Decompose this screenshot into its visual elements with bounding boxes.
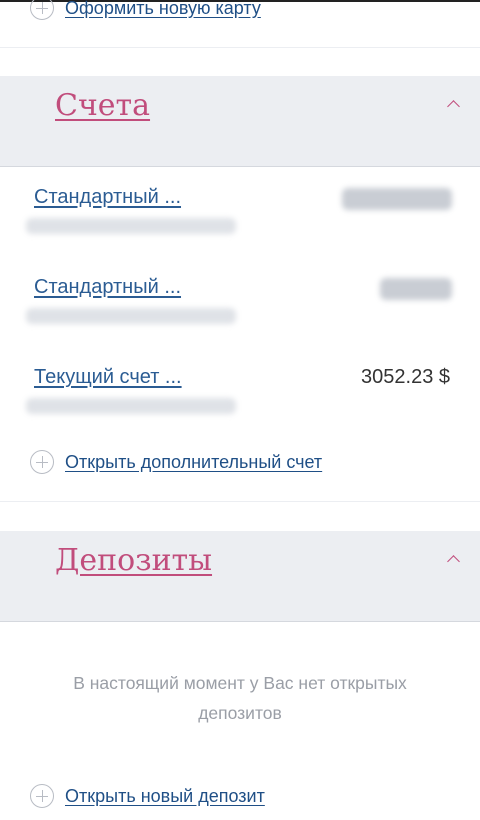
section-divider [0, 47, 480, 48]
account-name[interactable]: Текущий счет ... [34, 366, 182, 389]
account-name[interactable]: Стандартный ... [34, 276, 181, 299]
issue-new-card-link[interactable]: Оформить новую карту [30, 0, 261, 21]
deposits-section-header[interactable]: Депозиты [0, 531, 480, 622]
open-additional-account-link[interactable]: Открыть дополнительный счет [30, 449, 322, 475]
accounts-section-header[interactable]: Счета [0, 76, 480, 167]
plus-circle-icon [30, 450, 54, 474]
account-row[interactable]: Стандартный ... [0, 276, 480, 336]
empty-deposits-message: В настоящий момент у Вас нет открытых де… [73, 673, 407, 723]
account-balance-redacted [380, 278, 452, 300]
account-row[interactable]: Текущий счет ... 3052.23 $ [0, 366, 480, 426]
issue-new-card-label[interactable]: Оформить новую карту [65, 0, 261, 19]
chevron-up-icon[interactable] [447, 555, 460, 568]
account-row[interactable]: Стандартный ... [0, 186, 480, 246]
plus-circle-icon [30, 784, 54, 808]
account-number-redacted [26, 308, 236, 324]
accounts-title[interactable]: Счета [55, 88, 150, 123]
open-new-deposit-label[interactable]: Открыть новый депозит [65, 786, 265, 807]
deposits-title[interactable]: Депозиты [55, 543, 212, 578]
open-new-deposit-link[interactable]: Открыть новый депозит [30, 783, 265, 809]
account-number-redacted [26, 398, 236, 414]
account-number-redacted [26, 218, 236, 234]
open-additional-account-label[interactable]: Открыть дополнительный счет [65, 452, 322, 473]
account-balance: 3052.23 $ [361, 366, 450, 388]
plus-circle-icon [30, 0, 54, 20]
chevron-up-icon[interactable] [447, 100, 460, 113]
account-balance-redacted [342, 188, 452, 210]
section-divider [0, 501, 480, 502]
account-name[interactable]: Стандартный ... [34, 186, 181, 209]
